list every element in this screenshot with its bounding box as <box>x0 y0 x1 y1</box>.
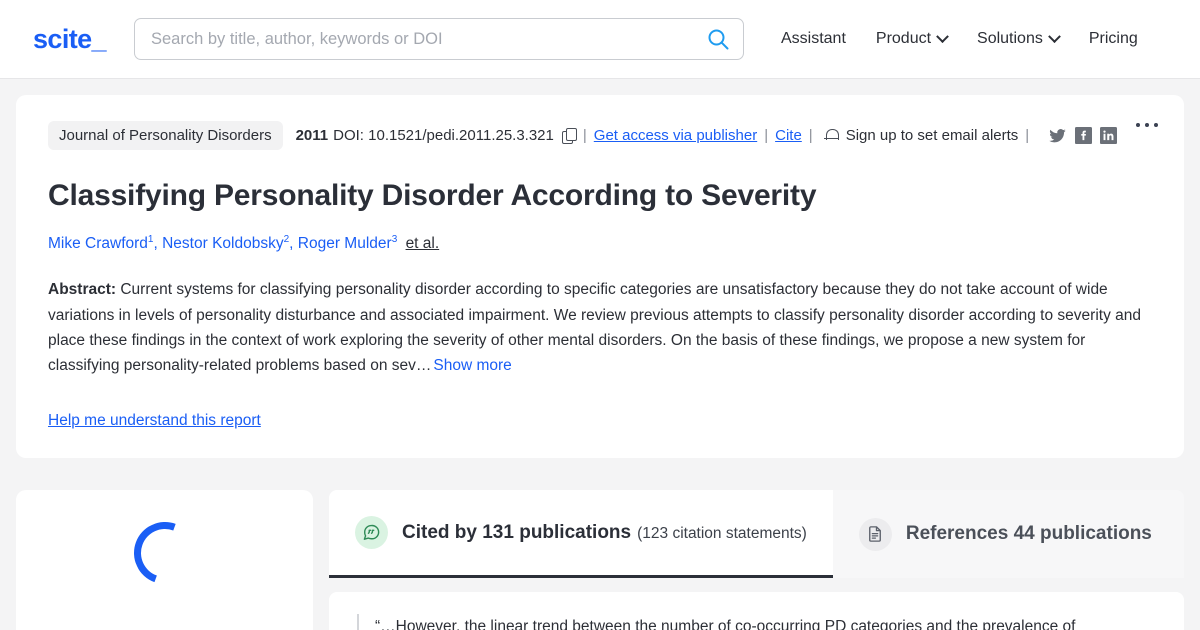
tab-title-cited-by: Cited by 131 publications <box>402 521 632 543</box>
author-name: Roger Mulder <box>297 235 392 253</box>
tab-label-references: References 44 publications <box>905 523 1152 545</box>
tab-subtitle-cited-by: (123 citation statements) <box>637 524 807 542</box>
nav-label-solutions: Solutions <box>977 30 1043 47</box>
document-icon <box>858 517 892 551</box>
chevron-down-icon <box>1047 29 1061 43</box>
doi-text: DOI: 10.1521/pedi.2011.25.3.321 <box>333 127 554 144</box>
email-alerts-label[interactable]: Sign up to set email alerts <box>846 128 1019 143</box>
citation-statement-text: “…However, the linear trend between the … <box>357 614 1077 630</box>
author-affiliation-marker: 1 <box>147 234 154 245</box>
separator: | <box>582 127 587 144</box>
social-share-group <box>1048 127 1118 145</box>
kebab-dot <box>1136 123 1140 127</box>
page-title: Classifying Personality Disorder Accordi… <box>48 179 817 212</box>
author-affiliation-marker: 3 <box>391 234 398 245</box>
nav-label-pricing: Pricing <box>1088 30 1138 47</box>
quote-bubble-icon <box>355 516 388 550</box>
tab-label-cited-by: Cited by 131 publications (123 citation s… <box>402 522 807 544</box>
author-name: Mike Crawford <box>48 235 148 253</box>
show-more-link[interactable]: Show more <box>433 357 511 374</box>
get-access-link[interactable]: Get access via publisher <box>594 128 757 143</box>
search-icon[interactable] <box>707 28 729 50</box>
nav-label-product: Product <box>875 30 932 47</box>
tab-references[interactable]: References 44 publications <box>832 490 1178 579</box>
nav-label-assistant: Assistant <box>780 30 846 47</box>
author-link[interactable]: Nestor Koldobsky <box>162 235 283 252</box>
nav-item-solutions[interactable]: Solutions <box>962 22 1074 56</box>
loading-spinner <box>123 512 206 595</box>
separator: | <box>808 127 813 144</box>
kebab-menu-icon[interactable] <box>1130 117 1164 133</box>
facebook-icon[interactable] <box>1075 127 1093 144</box>
chevron-down-icon <box>936 29 949 43</box>
twitter-icon[interactable] <box>1048 127 1067 145</box>
paper-card: Journal of Personality Disorders 2011 DO… <box>16 95 1184 459</box>
search-box[interactable] <box>133 18 744 60</box>
lower-section: Cited by 131 publications (123 citation s… <box>0 490 1200 630</box>
author-link[interactable]: Mike Crawford <box>48 235 148 252</box>
main-nav: Assistant Product Solutions Pricing <box>766 22 1153 56</box>
scite-logo[interactable]: scite_ <box>33 25 107 53</box>
nav-item-assistant[interactable]: Assistant <box>766 22 861 56</box>
author-affiliation-marker: 2 <box>283 234 290 245</box>
citations-panel: Cited by 131 publications (123 citation s… <box>329 490 1184 630</box>
bell-icon <box>823 128 839 144</box>
tab-bar: Cited by 131 publications (123 citation s… <box>329 490 1184 579</box>
et-al-link[interactable]: et al. <box>406 235 440 252</box>
copy-icon[interactable] <box>561 128 577 144</box>
kebab-dot <box>1154 123 1158 127</box>
top-navigation-bar: scite_ Assistant Product Solutions Prici… <box>0 0 1200 79</box>
author-list: Mike Crawford1, Nestor Koldobsky2, Roger… <box>48 234 440 253</box>
journal-badge[interactable]: Journal of Personality Disorders <box>48 121 283 150</box>
author-name: Nestor Koldobsky <box>162 235 284 253</box>
paper-meta-row: Journal of Personality Disorders 2011 DO… <box>48 121 1152 150</box>
metrics-panel <box>16 490 313 630</box>
page-content: Journal of Personality Disorders 2011 DO… <box>0 79 1200 474</box>
citation-statements-list: “…However, the linear trend between the … <box>329 592 1184 630</box>
abstract-label: Abstract: <box>48 281 117 299</box>
abstract-body: Current systems for classifying personal… <box>48 281 1141 375</box>
author-link[interactable]: Roger Mulder <box>298 235 392 252</box>
linkedin-icon[interactable] <box>1100 127 1118 144</box>
abstract-text: Abstract: Current systems for classifyin… <box>48 277 1152 378</box>
cite-link[interactable]: Cite <box>775 128 802 143</box>
nav-item-product[interactable]: Product <box>861 22 962 56</box>
help-understand-report-link[interactable]: Help me understand this report <box>48 412 261 430</box>
separator: | <box>764 127 769 144</box>
nav-item-pricing[interactable]: Pricing <box>1074 22 1153 56</box>
tab-cited-by[interactable]: Cited by 131 publications (123 citation s… <box>329 490 833 579</box>
separator: | <box>1025 127 1030 144</box>
publication-year: 2011 <box>295 127 329 144</box>
kebab-dot <box>1145 123 1149 127</box>
search-input[interactable] <box>134 29 743 49</box>
